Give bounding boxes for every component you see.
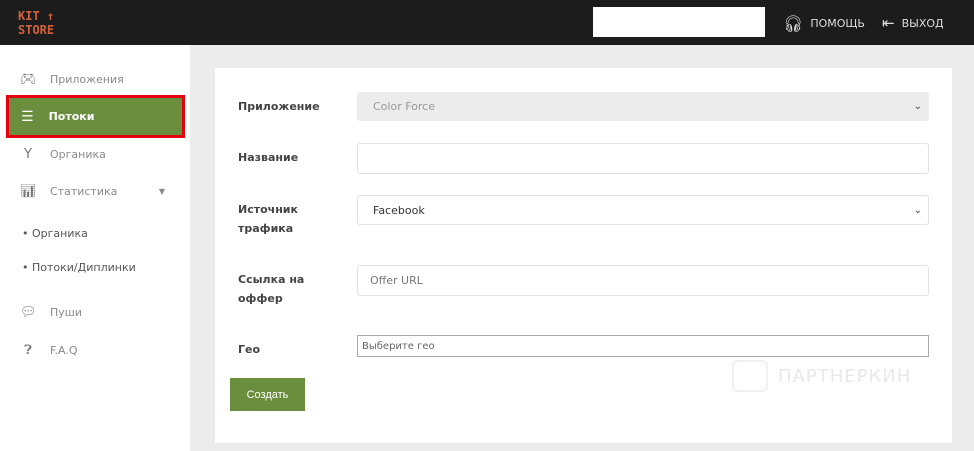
source-select-value: Facebook (373, 203, 425, 217)
watermark-logo-icon (732, 360, 768, 392)
geo-placeholder: Выберите гео (362, 340, 435, 352)
gamepad-icon: 🎮︎ (20, 72, 37, 87)
sidebar-item-label: F.A.Q (50, 344, 78, 357)
sidebar-subitem-organic[interactable]: • Органика (22, 227, 88, 240)
sidebar-item-faq[interactable]: ❓︎ F.A.Q (20, 343, 78, 358)
logout-link[interactable]: ⇤ ВЫХОД (882, 14, 944, 32)
chat-icon: 💬︎ (20, 305, 37, 320)
sprout-icon: Y (24, 147, 32, 162)
app-select-value: Color Force (373, 100, 435, 113)
offer-label-line: оффер (238, 292, 283, 305)
app-label: Приложение (238, 100, 320, 113)
source-label-line: Источник (238, 203, 298, 216)
sidebar-subitem-label: Органика (32, 227, 88, 240)
bar-chart-icon: 📊︎ (20, 184, 37, 199)
app-select[interactable]: Color Force ⌄ (357, 92, 929, 121)
headset-icon: 🎧︎ (783, 14, 804, 33)
name-input[interactable] (357, 143, 929, 174)
question-icon: ❓︎ (24, 343, 32, 358)
help-label: ПОМОЩЬ (810, 17, 865, 30)
sidebar-item-apps[interactable]: 🎮︎ Приложения (20, 72, 124, 87)
watermark: ПАРТНЕРКИН (732, 360, 911, 392)
logout-label: ВЫХОД (901, 16, 944, 30)
sidebar-subitem-deeplinks[interactable]: • Потоки/Диплинки (22, 261, 136, 274)
sidebar-subitem-label: Потоки/Диплинки (32, 261, 136, 274)
source-label: Источник трафика (238, 200, 298, 238)
sidebar-item-label: Органика (50, 148, 106, 161)
create-button[interactable]: Создать (230, 378, 305, 411)
logo[interactable]: KIT ↑ STORE (18, 9, 54, 37)
caret-down-icon: ▼ (158, 187, 165, 196)
logo-line-1: KIT ↑ (18, 9, 55, 23)
chevron-down-icon: ⌄ (913, 204, 922, 216)
logout-icon: ⇤ (882, 14, 895, 32)
source-select[interactable]: Facebook ⌄ (357, 195, 929, 225)
sidebar-item-stats[interactable]: 📊︎ Статистика ▼ (20, 184, 165, 199)
source-label-line: трафика (238, 222, 294, 235)
sidebar-item-push[interactable]: 💬︎ Пуши (20, 305, 82, 320)
search-input[interactable] (593, 7, 765, 37)
logo-line-2: STORE (18, 23, 55, 37)
sidebar-item-label: Статистика (50, 185, 118, 198)
sidebar-item-label: Пуши (50, 306, 82, 319)
offer-url-placeholder: Offer URL (370, 274, 423, 287)
geo-select[interactable]: Выберите гео (357, 335, 929, 357)
sidebar-item-streams[interactable]: ☰ Потоки (6, 95, 185, 138)
sidebar-item-label: Приложения (50, 73, 124, 86)
list-icon: ☰ (21, 108, 34, 125)
geo-label: Гео (238, 343, 261, 356)
offer-label: Ссылка на оффер (238, 270, 304, 308)
watermark-text: ПАРТНЕРКИН (778, 365, 912, 387)
sidebar-item-organic[interactable]: Y Органика (20, 147, 106, 162)
offer-url-input[interactable]: Offer URL (357, 265, 929, 296)
chevron-down-icon: ⌄ (913, 101, 922, 112)
help-link[interactable]: 🎧︎ ПОМОЩЬ (783, 14, 865, 33)
offer-label-line: Ссылка на (238, 273, 305, 286)
name-label: Название (238, 151, 299, 164)
sidebar-item-label: Потоки (48, 110, 95, 123)
top-header: KIT ↑ STORE 🎧︎ ПОМОЩЬ ⇤ ВЫХОД (0, 0, 974, 45)
